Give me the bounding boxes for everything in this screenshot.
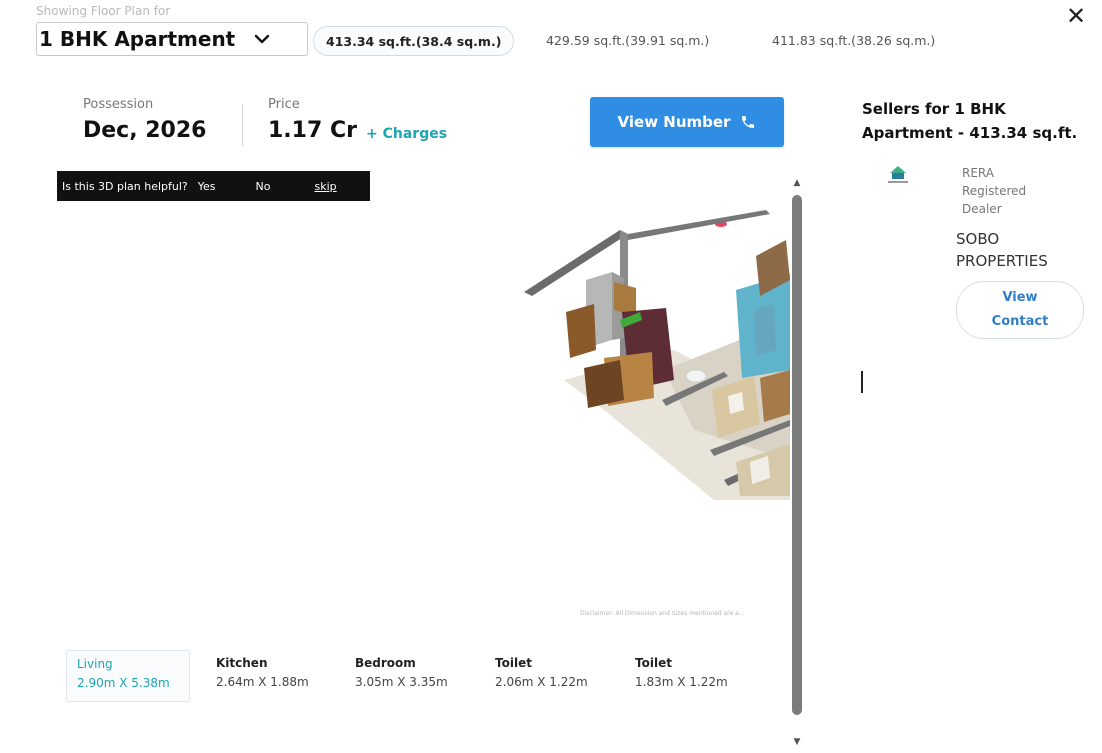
room-tab-toilet-1[interactable]: Toilet 2.06m X 1.22m bbox=[485, 650, 611, 700]
dealer-name-line-1: SOBO bbox=[956, 230, 1000, 248]
floor-plan-illustration bbox=[524, 210, 790, 500]
sellers-title: Sellers for 1 BHK Apartment - 413.34 sq.… bbox=[862, 97, 1098, 145]
room-tab-kitchen[interactable]: Kitchen 2.64m X 1.88m bbox=[206, 650, 332, 700]
room-tab-living[interactable]: Living 2.90m X 5.38m bbox=[66, 650, 190, 702]
room-dimensions: 2.06m X 1.22m bbox=[495, 675, 588, 689]
feedback-yes-button[interactable]: Yes bbox=[198, 180, 216, 193]
room-name: Bedroom bbox=[355, 656, 416, 670]
room-dimensions: 2.64m X 1.88m bbox=[216, 675, 309, 689]
info-divider bbox=[242, 104, 243, 146]
room-tab-bedroom[interactable]: Bedroom 3.05m X 3.35m bbox=[345, 650, 471, 700]
room-dimensions: 3.05m X 3.35m bbox=[355, 675, 448, 689]
chevron-down-icon bbox=[255, 34, 270, 44]
price-value: 1.17 Cr bbox=[268, 118, 357, 143]
area-option-3[interactable]: 411.83 sq.ft.(38.26 sq.m.) bbox=[772, 26, 935, 54]
plan-disclaimer: Disclaimer: All Dimension and Sizes ment… bbox=[580, 610, 745, 617]
price-label: Price bbox=[268, 97, 300, 112]
view-contact-line-1: View bbox=[1002, 290, 1038, 305]
area-option-2[interactable]: 429.59 sq.ft.(39.91 sq.m.) bbox=[546, 26, 709, 54]
view-number-button[interactable]: View Number bbox=[590, 97, 784, 147]
view-contact-line-2: Contact bbox=[991, 314, 1049, 329]
rera-line-2: Registered bbox=[962, 184, 1027, 198]
dealer-logo-icon bbox=[888, 166, 908, 183]
dealer-name: SOBO PROPERTIES bbox=[956, 228, 1048, 272]
rera-registered-badge: RERA Registered Dealer bbox=[962, 164, 1026, 218]
rera-line-3: Dealer bbox=[962, 202, 1002, 216]
configuration-selected-value: 1 BHK Apartment bbox=[39, 27, 236, 51]
area-option-1[interactable]: 413.34 sq.ft.(38.4 sq.m.) bbox=[313, 26, 515, 56]
feedback-no-button[interactable]: No bbox=[256, 180, 271, 193]
scroll-down-arrow-icon[interactable]: ▼ bbox=[791, 737, 803, 747]
room-name: Kitchen bbox=[216, 656, 268, 670]
feedback-bar: Is this 3D plan helpful? Yes No skip bbox=[57, 171, 370, 201]
view-number-label: View Number bbox=[617, 113, 731, 131]
charges-link[interactable]: + Charges bbox=[366, 126, 447, 142]
room-dimensions: 2.90m X 5.38m bbox=[77, 676, 170, 690]
rera-line-1: RERA bbox=[962, 166, 994, 180]
view-contact-button[interactable]: View Contact bbox=[956, 281, 1084, 339]
room-tab-toilet-2[interactable]: Toilet 1.83m X 1.22m bbox=[625, 650, 751, 700]
phone-icon bbox=[742, 116, 755, 128]
room-name: Toilet bbox=[635, 656, 672, 670]
room-dimensions: 1.83m X 1.22m bbox=[635, 675, 728, 689]
configuration-dropdown[interactable]: 1 BHK Apartment bbox=[36, 22, 308, 56]
floor-plan-3d-view[interactable] bbox=[524, 200, 790, 620]
possession-value: Dec, 2026 bbox=[83, 118, 207, 143]
showing-floor-plan-label: Showing Floor Plan for bbox=[36, 4, 171, 18]
sellers-title-line-1: Sellers for 1 BHK bbox=[862, 100, 1006, 118]
feedback-question: Is this 3D plan helpful? bbox=[62, 179, 188, 193]
scroll-up-arrow-icon[interactable]: ▲ bbox=[791, 178, 803, 188]
scrollbar-thumb[interactable] bbox=[792, 195, 802, 715]
room-name: Living bbox=[77, 657, 113, 671]
room-name: Toilet bbox=[495, 656, 532, 670]
sellers-title-line-2: Apartment - 413.34 sq.ft. bbox=[862, 124, 1078, 142]
text-cursor bbox=[861, 371, 863, 393]
feedback-skip-link[interactable]: skip bbox=[315, 180, 337, 193]
close-icon[interactable]: ✕ bbox=[1062, 2, 1090, 30]
dealer-name-line-2: PROPERTIES bbox=[956, 252, 1048, 270]
possession-label: Possession bbox=[83, 97, 154, 112]
